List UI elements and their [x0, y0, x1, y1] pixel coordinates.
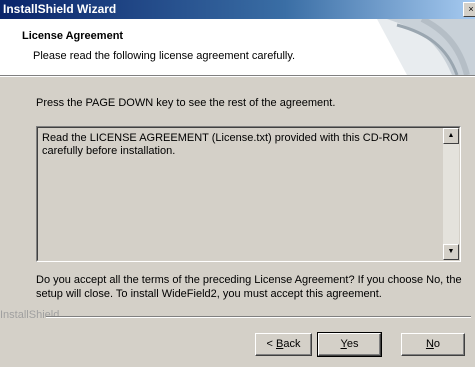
back-button[interactable]: < Back: [255, 333, 312, 356]
question-line-2: setup will close. To install WideField2,…: [36, 288, 382, 300]
accept-question: Do you accept all the terms of the prece…: [36, 273, 466, 301]
installshield-brand-label: InstallShield: [0, 309, 60, 321]
scroll-up-arrow-icon[interactable]: ▲: [443, 128, 459, 144]
license-text: Read the LICENSE AGREEMENT (License.txt)…: [42, 132, 437, 158]
no-button[interactable]: No: [401, 333, 465, 356]
title-bar[interactable]: InstallShield Wizard ×: [0, 0, 475, 19]
yes-button[interactable]: Yes: [317, 332, 382, 357]
back-button-prefix: <: [266, 338, 276, 350]
license-textbox[interactable]: Read the LICENSE AGREEMENT (License.txt)…: [36, 126, 461, 262]
license-line-1: Read the LICENSE AGREEMENT (License.txt)…: [42, 132, 408, 144]
brand-divider: [46, 316, 471, 318]
page-subtitle: Please read the following license agreem…: [33, 50, 296, 62]
page-title: License Agreement: [22, 30, 124, 42]
question-line-1: Do you accept all the terms of the prece…: [36, 274, 462, 286]
installshield-graphic-icon: [377, 19, 475, 75]
yes-button-rest: es: [346, 338, 359, 350]
vertical-scrollbar[interactable]: ▲ ▼: [443, 128, 459, 260]
no-button-mnemonic: N: [425, 338, 434, 350]
close-icon[interactable]: ×: [463, 2, 475, 17]
license-textbox-frame: Read the LICENSE AGREEMENT (License.txt)…: [37, 127, 460, 261]
wizard-header: License Agreement Please read the follow…: [0, 19, 475, 76]
instruction-text: Press the PAGE DOWN key to see the rest …: [36, 97, 336, 109]
license-line-2: carefully before installation.: [42, 145, 176, 157]
window-title: InstallShield Wizard: [3, 2, 117, 16]
scroll-down-arrow-icon[interactable]: ▼: [443, 244, 459, 260]
header-divider: [0, 76, 475, 77]
back-button-rest: ack: [283, 338, 301, 350]
no-button-rest: o: [433, 338, 441, 350]
